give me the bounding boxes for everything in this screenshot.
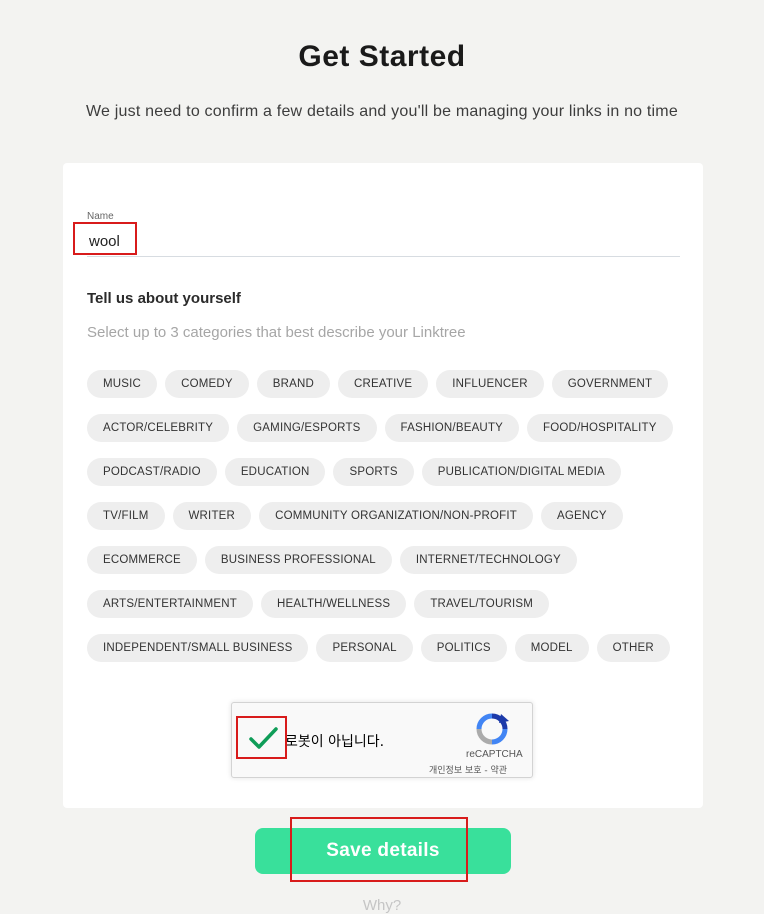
category-chip[interactable]: ACTOR/CELEBRITY <box>87 414 230 442</box>
category-chip[interactable]: GAMING/ESPORTS <box>237 414 377 442</box>
category-chip[interactable]: INDEPENDENT/SMALL BUSINESS <box>87 634 309 662</box>
page-subtitle: We just need to confirm a few details an… <box>86 103 678 120</box>
category-chip[interactable]: AGENCY <box>540 502 623 530</box>
category-chip[interactable]: TRAVEL/TOURISM <box>414 590 550 618</box>
recaptcha-label: 로봇이 아닙니다. <box>285 734 385 750</box>
why-link[interactable]: Why? <box>0 897 764 914</box>
category-chip[interactable]: COMEDY <box>165 370 249 398</box>
category-chip[interactable]: POLITICS <box>420 634 507 662</box>
recaptcha-checkmark-icon[interactable] <box>246 721 280 755</box>
recaptcha-privacy-terms-link[interactable]: 개인정보 보호 - 약관 <box>429 763 507 776</box>
category-chip[interactable]: MUSIC <box>87 370 158 398</box>
category-chip[interactable]: INFLUENCER <box>436 370 544 398</box>
category-chip[interactable]: MODEL <box>514 634 589 662</box>
category-chip[interactable]: BRAND <box>256 370 331 398</box>
category-chip[interactable]: WRITER <box>172 502 252 530</box>
category-chip-list: MUSIC COMEDY BRAND CREATIVE INFLUENCER GOVERN… <box>87 370 687 662</box>
category-chip[interactable]: BUSINESS PROFESSIONAL <box>204 546 392 574</box>
category-chip[interactable]: SPORTS <box>333 458 414 486</box>
name-field[interactable] <box>87 227 680 257</box>
category-chip[interactable]: GOVERNMENT <box>551 370 669 398</box>
name-field-label: Name <box>87 211 114 222</box>
category-chip[interactable]: COMMUNITY ORGANIZATION/NON-PROFIT <box>259 502 533 530</box>
category-chip[interactable]: EDUCATION <box>224 458 326 486</box>
category-chip[interactable]: HEALTH/WELLNESS <box>260 590 407 618</box>
details-card: Name Tell us about yourself Select up to… <box>63 163 703 808</box>
category-chip[interactable]: FOOD/HOSPITALITY <box>527 414 673 442</box>
category-chip[interactable]: CREATIVE <box>338 370 429 398</box>
category-chip[interactable]: PERSONAL <box>316 634 413 662</box>
recaptcha-logo-icon <box>476 713 509 745</box>
category-chip[interactable]: INTERNET/TECHNOLOGY <box>399 546 577 574</box>
category-chip[interactable]: ARTS/ENTERTAINMENT <box>87 590 253 618</box>
category-chip[interactable]: OTHER <box>596 634 670 662</box>
save-details-button[interactable]: Save details <box>255 828 511 874</box>
category-chip[interactable]: ECOMMERCE <box>87 546 197 574</box>
category-chip[interactable]: PODCAST/RADIO <box>87 458 217 486</box>
page-title: Get Started <box>298 40 466 73</box>
category-chip[interactable]: FASHION/BEAUTY <box>384 414 520 442</box>
recaptcha-brand: reCAPTCHA <box>466 749 523 760</box>
category-chip[interactable]: TV/FILM <box>87 502 165 530</box>
category-chip[interactable]: PUBLICATION/DIGITAL MEDIA <box>421 458 621 486</box>
about-heading: Tell us about yourself <box>87 290 241 307</box>
about-subheading: Select up to 3 categories that best desc… <box>87 324 466 341</box>
recaptcha-widget: 로봇이 아닙니다. reCAPTCHA 개인정보 보호 - 약관 <box>231 702 533 778</box>
